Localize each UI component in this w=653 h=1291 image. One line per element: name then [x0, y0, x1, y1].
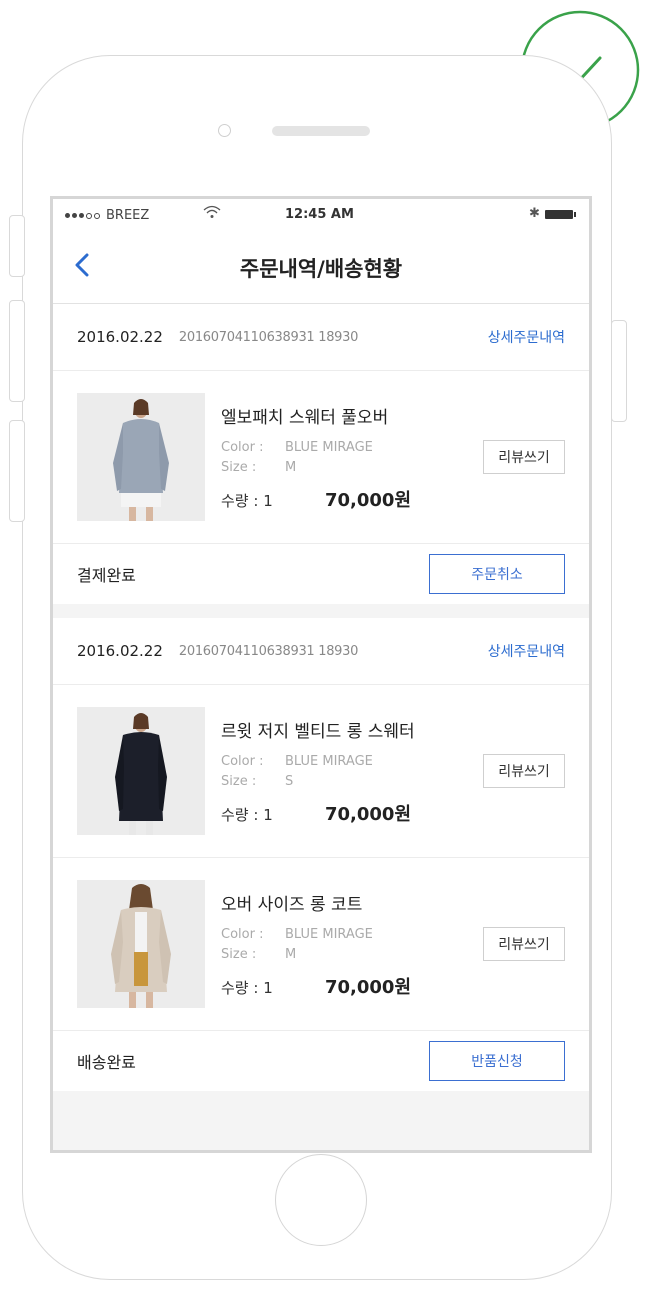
phone-volume-down	[9, 420, 25, 522]
order-detail-link[interactable]: 상세주문내역	[488, 641, 565, 661]
product-name[interactable]: 엘보패치 스웨터 풀오버	[221, 403, 483, 428]
qty-price-line: 수량 : 1 70,000원	[221, 486, 483, 512]
product-name[interactable]: 르윗 저지 벨티드 롱 스웨터	[221, 717, 483, 742]
order-header: 2016.02.22 20160704110638931 18930 상세주문내…	[53, 618, 589, 685]
cancel-order-button[interactable]: 주문취소	[429, 554, 565, 594]
phone-power-button	[611, 320, 627, 422]
qty-price-line: 수량 : 1 70,000원	[221, 973, 483, 999]
product-item: 엘보패치 스웨터 풀오버 Color : BLUE MIRAGE Size :M …	[53, 371, 589, 544]
product-info: 오버 사이즈 롱 코트 Color : BLUE MIRAGE Size :M 수…	[221, 890, 483, 999]
order-date: 2016.02.22	[77, 328, 163, 346]
product-price: 70,000원	[325, 976, 412, 998]
order-card: 2016.02.22 20160704110638931 18930 상세주문내…	[53, 304, 589, 604]
status-time: 12:45 AM	[285, 207, 354, 222]
order-number: 20160704110638931 18930	[178, 643, 359, 659]
write-review-button[interactable]: 리뷰쓰기	[483, 440, 565, 474]
product-image-coat[interactable]	[77, 880, 205, 1008]
home-button[interactable]	[275, 1154, 367, 1246]
wifi-icon	[203, 205, 221, 218]
order-header: 2016.02.22 20160704110638931 18930 상세주문내…	[53, 304, 589, 371]
product-item: 르윗 저지 벨티드 롱 스웨터 Color : BLUE MIRAGE Size …	[53, 685, 589, 858]
order-date: 2016.02.22	[77, 642, 163, 660]
order-detail-link[interactable]: 상세주문내역	[488, 327, 565, 347]
phone-volume-up	[9, 300, 25, 402]
product-size: Size :S	[221, 773, 294, 789]
carrier-name: BREEZ	[106, 208, 150, 223]
nav-bar: 주문내역/배송현황	[53, 231, 589, 304]
phone-mute-switch	[9, 215, 25, 277]
product-info: 르윗 저지 벨티드 롱 스웨터 Color : BLUE MIRAGE Size …	[221, 717, 483, 826]
product-color: Color : BLUE MIRAGE	[221, 439, 373, 455]
signal-icon	[65, 212, 100, 219]
product-color: Color : BLUE MIRAGE	[221, 926, 373, 942]
battery-icon	[545, 210, 576, 219]
bluetooth-icon: ✱	[529, 206, 540, 221]
product-image-long-sweater[interactable]	[77, 707, 205, 835]
return-request-button[interactable]: 반품신청	[429, 1041, 565, 1081]
product-size: Size :M	[221, 459, 297, 475]
product-image-sweater[interactable]	[77, 393, 205, 521]
product-quantity: 수량 : 1	[221, 491, 273, 510]
write-review-button[interactable]: 리뷰쓰기	[483, 754, 565, 788]
order-footer: 배송완료 반품신청	[53, 1031, 589, 1091]
speaker-grille	[272, 126, 370, 136]
carrier: BREEZ	[65, 208, 149, 223]
order-status: 배송완료	[77, 1053, 136, 1072]
product-price: 70,000원	[325, 489, 412, 511]
app-screen: BREEZ 12:45 AM ✱ 주문내역/배송현황 2016.02.22 20…	[50, 196, 592, 1153]
order-card: 2016.02.22 20160704110638931 18930 상세주문내…	[53, 618, 589, 1091]
order-footer: 결제완료 주문취소	[53, 544, 589, 604]
product-quantity: 수량 : 1	[221, 805, 273, 824]
product-price: 70,000원	[325, 803, 412, 825]
product-quantity: 수량 : 1	[221, 978, 273, 997]
page-title: 주문내역/배송현황	[239, 257, 403, 281]
product-color: Color : BLUE MIRAGE	[221, 753, 373, 769]
order-status: 결제완료	[77, 566, 136, 585]
status-bar: BREEZ 12:45 AM ✱	[53, 199, 589, 231]
product-name[interactable]: 오버 사이즈 롱 코트	[221, 890, 483, 915]
product-item: 오버 사이즈 롱 코트 Color : BLUE MIRAGE Size :M 수…	[53, 858, 589, 1031]
product-info: 엘보패치 스웨터 풀오버 Color : BLUE MIRAGE Size :M …	[221, 403, 483, 512]
camera-icon	[218, 124, 231, 137]
product-size: Size :M	[221, 946, 297, 962]
order-number: 20160704110638931 18930	[178, 329, 359, 345]
write-review-button[interactable]: 리뷰쓰기	[483, 927, 565, 961]
qty-price-line: 수량 : 1 70,000원	[221, 800, 483, 826]
